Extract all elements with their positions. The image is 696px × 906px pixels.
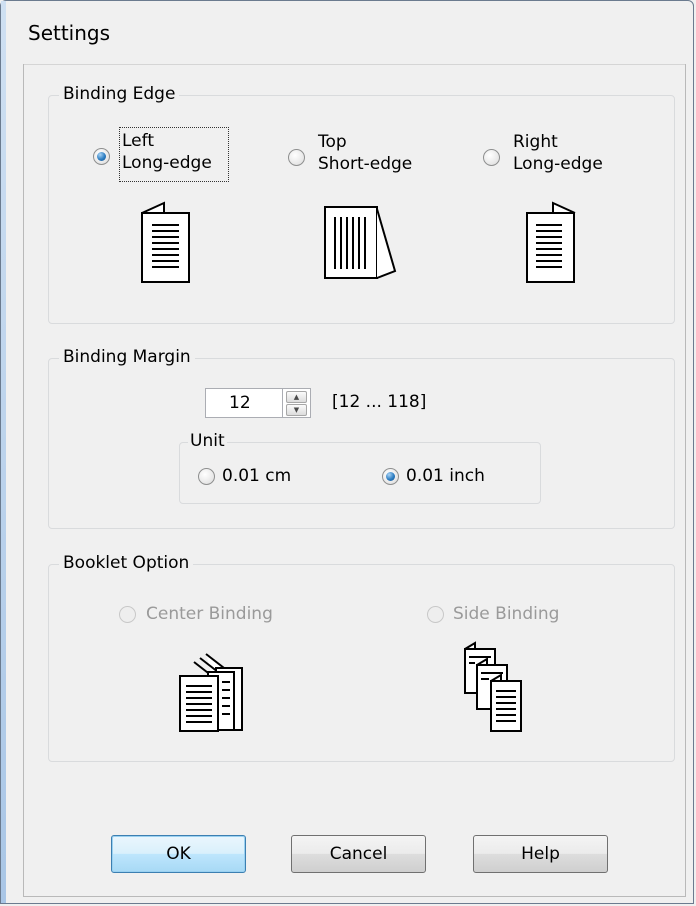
dialog-title: Settings	[28, 21, 111, 45]
booklet-option-legend: Booklet Option	[59, 553, 194, 573]
binding-margin-range: [12 ... 118]	[332, 392, 427, 412]
center-binding-label[interactable]: Center Binding	[146, 603, 273, 625]
spin-up-button[interactable]: ▲	[286, 391, 307, 403]
center-binding-icon	[179, 653, 243, 732]
ok-button[interactable]: OK	[111, 835, 246, 873]
left-label-line2: Long-edge	[122, 153, 212, 173]
binding-edge-legend: Binding Edge	[59, 84, 180, 104]
side-binding-icon	[464, 641, 522, 732]
unit-inch-radio[interactable]	[382, 468, 399, 485]
top-short-edge-label[interactable]: Top Short-edge	[318, 131, 412, 175]
right-label-line2: Long-edge	[513, 154, 603, 174]
right-long-edge-label[interactable]: Right Long-edge	[513, 131, 603, 175]
side-binding-radio[interactable]	[427, 606, 444, 623]
top-label-line2: Short-edge	[318, 154, 413, 174]
top-label-line1: Top	[318, 132, 347, 152]
settings-dialog: Settings Binding Edge Left Long-edge Top…	[0, 0, 694, 904]
unit-legend: Unit	[188, 431, 227, 451]
top-binding-icon	[324, 206, 397, 279]
unit-cm-radio[interactable]	[198, 468, 215, 485]
left-long-edge-radio[interactable]	[93, 148, 110, 165]
binding-margin-legend: Binding Margin	[59, 347, 195, 367]
window-frame	[1, 1, 6, 903]
binding-margin-input[interactable]: 12	[205, 388, 283, 418]
binding-margin-spinner: ▲ ▼	[283, 388, 311, 418]
side-binding-label[interactable]: Side Binding	[453, 603, 559, 625]
left-label-line1: Left	[122, 131, 154, 151]
top-short-edge-radio[interactable]	[288, 149, 305, 166]
left-long-edge-label[interactable]: Left Long-edge	[122, 130, 212, 174]
help-button[interactable]: Help	[473, 835, 608, 873]
right-long-edge-radio[interactable]	[483, 149, 500, 166]
unit-cm-label[interactable]: 0.01 cm	[222, 465, 291, 487]
booklet-option-group: Booklet Option	[48, 553, 675, 762]
spin-down-button[interactable]: ▼	[286, 404, 307, 416]
unit-inch-label[interactable]: 0.01 inch	[406, 465, 485, 487]
right-binding-icon	[526, 201, 576, 283]
right-label-line1: Right	[513, 132, 558, 152]
left-binding-icon	[141, 201, 190, 283]
center-binding-radio[interactable]	[119, 606, 136, 623]
cancel-button[interactable]: Cancel	[291, 835, 426, 873]
